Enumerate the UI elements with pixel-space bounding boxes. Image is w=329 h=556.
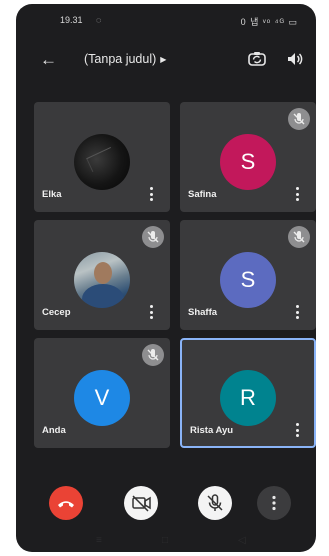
participant-name: Cecep xyxy=(42,307,71,318)
status-time: 19.31 xyxy=(60,15,83,25)
app-bar: ← (Tanpa judul) ▶ xyxy=(16,42,316,78)
switch-camera-icon[interactable] xyxy=(247,49,267,69)
back-arrow-icon[interactable]: ← xyxy=(40,51,57,68)
participant-name: Safina xyxy=(188,189,217,200)
speaker-icon[interactable] xyxy=(286,50,304,68)
recents-icon[interactable]: ≡ xyxy=(96,535,102,546)
status-indicators: 0 냅 ᵛᵒ ⁴ᴳ ▭ xyxy=(240,17,298,27)
back-icon[interactable]: ◁ xyxy=(238,535,246,546)
more-options-icon[interactable] xyxy=(294,187,300,201)
participant-name: Rista Ayu xyxy=(190,425,234,436)
mic-off-icon xyxy=(142,226,164,248)
avatar: V xyxy=(74,370,130,426)
avatar: S xyxy=(220,252,276,308)
more-options-button[interactable] xyxy=(257,486,291,520)
avatar: R xyxy=(220,370,276,426)
home-icon[interactable]: □ xyxy=(162,535,168,546)
meeting-title-text: (Tanpa judul) xyxy=(84,52,157,66)
participant-tile-shaffa[interactable]: S Shaffa xyxy=(180,220,316,330)
chevron-right-icon: ▶ xyxy=(160,55,167,64)
participant-tile-elka[interactable]: Elka xyxy=(34,102,170,212)
more-options-icon[interactable] xyxy=(148,187,154,201)
mic-off-icon xyxy=(288,108,310,130)
participant-tile-rista-ayu[interactable]: R Rista Ayu xyxy=(180,338,316,448)
participant-name: Shaffa xyxy=(188,307,218,318)
avatar: S xyxy=(220,134,276,190)
end-call-button[interactable] xyxy=(49,486,83,520)
mic-off-button[interactable] xyxy=(198,486,232,520)
more-options-icon[interactable] xyxy=(148,305,154,319)
avatar xyxy=(74,252,130,308)
status-camera-icon: ◌ xyxy=(96,15,102,25)
participant-name: Anda xyxy=(42,425,66,436)
avatar xyxy=(74,134,130,190)
phone-screen: 19.31 ◌ 0 냅 ᵛᵒ ⁴ᴳ ▭ ← (Tanpa judul) ▶ Elk… xyxy=(16,4,316,552)
status-bar: 19.31 ◌ 0 냅 ᵛᵒ ⁴ᴳ ▭ xyxy=(16,4,316,34)
avatar-face xyxy=(94,262,112,284)
meeting-title[interactable]: (Tanpa judul) ▶ xyxy=(84,52,166,66)
mic-off-icon xyxy=(288,226,310,248)
more-options-icon[interactable] xyxy=(294,423,300,437)
participant-tile-cecep[interactable]: Cecep xyxy=(34,220,170,330)
participant-name: Elka xyxy=(42,189,62,200)
camera-off-button[interactable] xyxy=(124,486,158,520)
system-nav-bar: ≡ □ ◁ xyxy=(16,530,316,552)
call-controls xyxy=(16,478,316,528)
mic-off-icon xyxy=(142,344,164,366)
participant-tile-anda[interactable]: V Anda xyxy=(34,338,170,448)
more-options-icon[interactable] xyxy=(294,305,300,319)
participant-tile-safina[interactable]: S Safina xyxy=(180,102,316,212)
avatar-body xyxy=(82,284,124,308)
